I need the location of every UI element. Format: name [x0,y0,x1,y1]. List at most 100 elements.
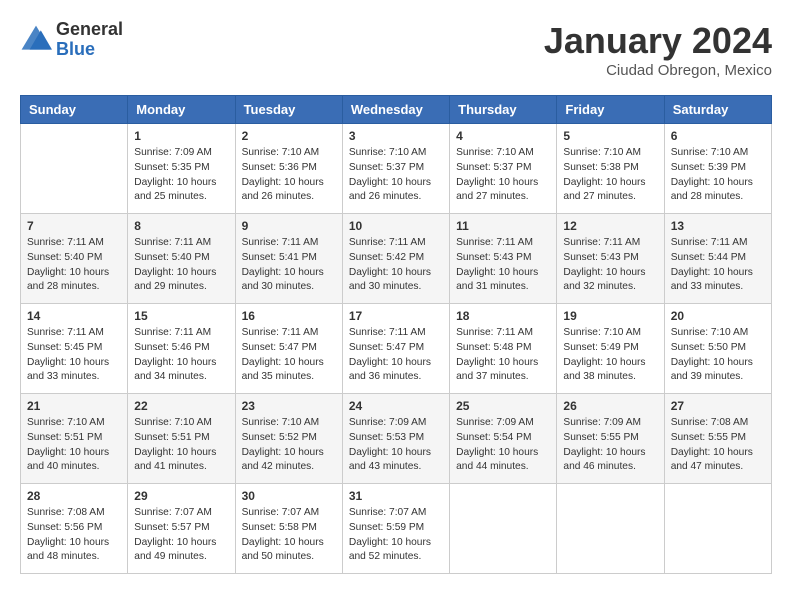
day-info: Sunrise: 7:11 AMSunset: 5:47 PMDaylight:… [242,326,336,385]
day-header-wednesday: Wednesday [342,96,449,124]
calendar-cell: 1 Sunrise: 7:09 AMSunset: 5:35 PMDaylight… [128,124,235,214]
day-info: Sunrise: 7:11 AMSunset: 5:46 PMDaylight:… [134,326,228,385]
day-info: Sunrise: 7:10 AMSunset: 5:37 PMDaylight:… [349,146,443,205]
calendar-cell: 28 Sunrise: 7:08 AMSunset: 5:56 PMDayligh… [21,484,128,574]
day-number: 3 [349,129,443,143]
day-info: Sunrise: 7:10 AMSunset: 5:51 PMDaylight:… [27,416,121,475]
day-info: Sunrise: 7:10 AMSunset: 5:51 PMDaylight:… [134,416,228,475]
day-info: Sunrise: 7:11 AMSunset: 5:42 PMDaylight:… [349,236,443,295]
day-header-friday: Friday [557,96,664,124]
calendar-cell: 29 Sunrise: 7:07 AMSunset: 5:57 PMDayligh… [128,484,235,574]
day-number: 17 [349,309,443,323]
location: Ciudad Obregon, Mexico [544,62,772,79]
day-number: 1 [134,129,228,143]
calendar-cell: 13Sunrise: 7:11 AMSunset: 5:44 PMDayligh… [664,214,771,304]
calendar-cell: 18Sunrise: 7:11 AMSunset: 5:48 PMDayligh… [450,304,557,394]
day-number: 2 [242,129,336,143]
week-row-5: 28 Sunrise: 7:08 AMSunset: 5:56 PMDayligh… [21,484,772,574]
day-number: 31 [349,489,443,503]
day-number: 29 [134,489,228,503]
calendar-cell: 3 Sunrise: 7:10 AMSunset: 5:37 PMDaylight… [342,124,449,214]
day-number: 21 [27,399,121,413]
calendar-cell: 22Sunrise: 7:10 AMSunset: 5:51 PMDayligh… [128,394,235,484]
day-info: Sunrise: 7:10 AMSunset: 5:49 PMDaylight:… [563,326,657,385]
day-header-monday: Monday [128,96,235,124]
calendar-cell: 23Sunrise: 7:10 AMSunset: 5:52 PMDayligh… [235,394,342,484]
day-number: 16 [242,309,336,323]
day-info: Sunrise: 7:07 AMSunset: 5:59 PMDaylight:… [349,506,443,565]
calendar-cell: 10 Sunrise: 7:11 AMSunset: 5:42 PMDayligh… [342,214,449,304]
calendar-cell: 16 Sunrise: 7:11 AMSunset: 5:47 PMDayligh… [235,304,342,394]
calendar-cell: 12 Sunrise: 7:11 AMSunset: 5:43 PMDayligh… [557,214,664,304]
day-info: Sunrise: 7:10 AMSunset: 5:37 PMDaylight:… [456,146,550,205]
day-number: 26 [563,399,657,413]
week-row-3: 14Sunrise: 7:11 AMSunset: 5:45 PMDayligh… [21,304,772,394]
day-number: 10 [349,219,443,233]
calendar-cell: 8Sunrise: 7:11 AMSunset: 5:40 PMDaylight… [128,214,235,304]
week-row-2: 7Sunrise: 7:11 AMSunset: 5:40 PMDaylight… [21,214,772,304]
day-info: Sunrise: 7:09 AMSunset: 5:35 PMDaylight:… [134,146,228,205]
day-header-sunday: Sunday [21,96,128,124]
day-number: 24 [349,399,443,413]
day-info: Sunrise: 7:11 AMSunset: 5:47 PMDaylight:… [349,326,443,385]
calendar-cell: 26Sunrise: 7:09 AMSunset: 5:55 PMDayligh… [557,394,664,484]
day-info: Sunrise: 7:08 AMSunset: 5:55 PMDaylight:… [671,416,765,475]
day-info: Sunrise: 7:11 AMSunset: 5:40 PMDaylight:… [27,236,121,295]
title-block: January 2024 Ciudad Obregon, Mexico [544,20,772,79]
calendar-cell [557,484,664,574]
calendar-body: 1 Sunrise: 7:09 AMSunset: 5:35 PMDaylight… [21,124,772,574]
day-info: Sunrise: 7:09 AMSunset: 5:54 PMDaylight:… [456,416,550,475]
calendar-cell: 5 Sunrise: 7:10 AMSunset: 5:38 PMDaylight… [557,124,664,214]
day-number: 20 [671,309,765,323]
day-info: Sunrise: 7:11 AMSunset: 5:40 PMDaylight:… [134,236,228,295]
calendar-cell [450,484,557,574]
calendar-cell: 30 Sunrise: 7:07 AMSunset: 5:58 PMDayligh… [235,484,342,574]
calendar-cell: 19 Sunrise: 7:10 AMSunset: 5:49 PMDayligh… [557,304,664,394]
day-info: Sunrise: 7:11 AMSunset: 5:43 PMDaylight:… [456,236,550,295]
day-number: 11 [456,219,550,233]
calendar-cell: 6Sunrise: 7:10 AMSunset: 5:39 PMDaylight… [664,124,771,214]
calendar-cell: 11 Sunrise: 7:11 AMSunset: 5:43 PMDayligh… [450,214,557,304]
calendar-cell: 17 Sunrise: 7:11 AMSunset: 5:47 PMDayligh… [342,304,449,394]
day-number: 13 [671,219,765,233]
week-row-4: 21 Sunrise: 7:10 AMSunset: 5:51 PMDayligh… [21,394,772,484]
day-info: Sunrise: 7:11 AMSunset: 5:45 PMDaylight:… [27,326,121,385]
calendar-cell: 7Sunrise: 7:11 AMSunset: 5:40 PMDaylight… [21,214,128,304]
day-number: 9 [242,219,336,233]
calendar-cell [21,124,128,214]
logo-general: General [56,20,123,40]
day-number: 30 [242,489,336,503]
day-info: Sunrise: 7:10 AMSunset: 5:50 PMDaylight:… [671,326,765,385]
day-number: 6 [671,129,765,143]
month-title: January 2024 [544,20,772,62]
day-info: Sunrise: 7:07 AMSunset: 5:57 PMDaylight:… [134,506,228,565]
calendar-header: SundayMondayTuesdayWednesdayThursdayFrid… [21,96,772,124]
calendar-cell: 25 Sunrise: 7:09 AMSunset: 5:54 PMDayligh… [450,394,557,484]
day-number: 19 [563,309,657,323]
calendar-cell: 15Sunrise: 7:11 AMSunset: 5:46 PMDayligh… [128,304,235,394]
day-info: Sunrise: 7:10 AMSunset: 5:36 PMDaylight:… [242,146,336,205]
day-number: 12 [563,219,657,233]
day-info: Sunrise: 7:11 AMSunset: 5:41 PMDaylight:… [242,236,336,295]
calendar-table: SundayMondayTuesdayWednesdayThursdayFrid… [20,95,772,574]
calendar-cell: 9 Sunrise: 7:11 AMSunset: 5:41 PMDaylight… [235,214,342,304]
day-number: 28 [27,489,121,503]
day-info: Sunrise: 7:07 AMSunset: 5:58 PMDaylight:… [242,506,336,565]
day-header-tuesday: Tuesday [235,96,342,124]
calendar-cell [664,484,771,574]
calendar-cell: 20 Sunrise: 7:10 AMSunset: 5:50 PMDayligh… [664,304,771,394]
day-number: 5 [563,129,657,143]
day-info: Sunrise: 7:09 AMSunset: 5:53 PMDaylight:… [349,416,443,475]
calendar-cell: 21 Sunrise: 7:10 AMSunset: 5:51 PMDayligh… [21,394,128,484]
calendar-cell: 14Sunrise: 7:11 AMSunset: 5:45 PMDayligh… [21,304,128,394]
day-number: 27 [671,399,765,413]
day-info: Sunrise: 7:08 AMSunset: 5:56 PMDaylight:… [27,506,121,565]
calendar-cell: 4Sunrise: 7:10 AMSunset: 5:37 PMDaylight… [450,124,557,214]
day-number: 25 [456,399,550,413]
logo: General Blue [20,20,123,60]
day-info: Sunrise: 7:11 AMSunset: 5:43 PMDaylight:… [563,236,657,295]
logo-blue: Blue [56,40,123,60]
day-header-thursday: Thursday [450,96,557,124]
day-info: Sunrise: 7:10 AMSunset: 5:38 PMDaylight:… [563,146,657,205]
week-row-1: 1 Sunrise: 7:09 AMSunset: 5:35 PMDaylight… [21,124,772,214]
